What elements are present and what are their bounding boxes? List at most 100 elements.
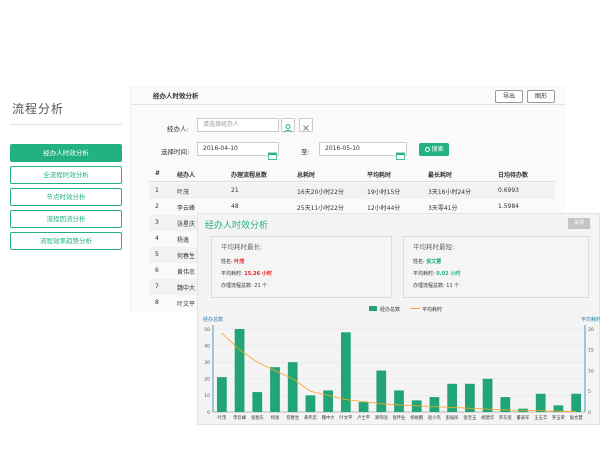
x-tick-label: 郑伟国	[375, 414, 388, 421]
sidebar-item-efficiency-trend[interactable]: 流程效率趋势分析	[10, 232, 122, 250]
x-tick-label: 赵小杰	[428, 414, 442, 421]
shortest-name: 侯文慧	[426, 259, 442, 265]
row-handler: 李云峰	[177, 205, 196, 212]
x-tick-label: 何春生	[286, 414, 300, 421]
row-max-time: 3天零41分	[428, 205, 458, 212]
y-tick-right: 10	[588, 368, 594, 374]
y-tick-left: 20	[204, 377, 210, 383]
bar	[305, 395, 316, 412]
date-from-input[interactable]: 2016-04-10	[197, 142, 279, 156]
row-index: 2	[155, 203, 159, 210]
table-row[interactable]: 1 叶茂 21 16天20小时22分 19小时15分 3天16小时24分 0.6…	[149, 183, 555, 199]
shortest-avg: 0.02 小时	[436, 271, 461, 277]
row-index: 4	[155, 235, 159, 242]
row-index: 7	[155, 283, 159, 290]
x-tick-label: 张怀业	[393, 414, 407, 421]
chart-button[interactable]: 图形	[527, 90, 555, 103]
export-button[interactable]: 导出	[495, 90, 523, 103]
row-handler: 叶文平	[177, 301, 196, 308]
x-tick-label: 张星庆	[251, 414, 265, 421]
date-to-calendar-icon[interactable]	[396, 145, 405, 164]
top-band	[0, 0, 600, 86]
search-icon	[424, 147, 430, 152]
shortest-card-title: 平均耗时最短:	[413, 243, 455, 251]
row-index: 6	[155, 267, 159, 274]
avg-label: 平均耗时:	[413, 271, 435, 277]
bar	[287, 362, 298, 412]
clear-icon[interactable]	[299, 118, 313, 132]
shortest-total: 11 个	[446, 283, 460, 289]
table-header-cell: 最长耗时	[428, 172, 453, 179]
longest-name-line: 姓名: 叶茂	[221, 258, 244, 265]
search-button[interactable]: 搜索	[419, 143, 449, 156]
bar	[216, 377, 227, 412]
handler-efficiency-chart: 经办总数 平均耗时经办总数 平均耗时0102030405005101520叶茂 李云峰…	[203, 306, 600, 421]
shortest-avg-card: 平均耗时最短: 姓名: 侯文慧 平均耗时: 0.02 小时 办理流程总数: 11…	[403, 236, 589, 298]
bar	[252, 392, 263, 412]
longest-avg-card: 平均耗时最长: 姓名: 叶茂 平均耗时: 15.26 小时 办理流程总数: 21…	[211, 236, 392, 298]
bar	[270, 367, 280, 412]
date-to-input[interactable]: 2016-05-10	[319, 142, 407, 156]
x-tick-label: 张宝玉	[463, 414, 477, 421]
bar	[482, 378, 493, 412]
y-tick-left: 10	[204, 393, 210, 399]
row-handler: 何春生	[177, 253, 196, 260]
legend-label-bars: 经办总数	[380, 306, 400, 313]
analysis-popup: 经办人时效分析 关闭 平均耗时最长: 姓名: 叶茂 平均耗时: 15.26 小时…	[197, 213, 600, 425]
y-tick-right: 15	[588, 348, 594, 354]
sidebar-item-process-cause[interactable]: 流程因流分析	[10, 210, 122, 228]
table-header-cell: 日均待办数	[498, 172, 529, 179]
row-index: 8	[155, 299, 159, 306]
handler-input[interactable]: 请选择经办人	[197, 118, 279, 132]
y-tick-left: 50	[204, 327, 210, 333]
panel-divider	[131, 104, 566, 105]
y-tick-right: 0	[588, 410, 591, 416]
y-tick-left: 0	[207, 410, 210, 416]
longest-total: 21 个	[254, 283, 268, 289]
bar	[429, 397, 440, 412]
shortest-avg-line: 平均耗时: 0.02 小时	[413, 270, 460, 277]
table-header-cell: 办理流程总数	[231, 172, 268, 179]
x-tick-label: 叶文平	[339, 414, 353, 421]
popup-title: 经办人时效分析	[205, 221, 269, 231]
bar	[394, 390, 404, 412]
x-tick-label: 魏中大	[322, 414, 336, 421]
bar	[376, 370, 387, 412]
row-daily-pending: 1.5984	[498, 203, 519, 210]
x-tick-label: 彭振民	[446, 414, 459, 421]
longest-card-title: 平均耗时最长:	[221, 243, 263, 251]
table-header: # 经办人 办理流程总数 总耗时 平均耗时 最长耗时 日均待办数	[149, 166, 555, 182]
x-tick-label: 卢士平	[357, 414, 371, 421]
sidebar-item-full-process[interactable]: 全流程时效分析	[10, 166, 122, 184]
row-avg-time: 12小时44分	[367, 205, 401, 212]
sidebar-item-handler-efficiency[interactable]: 经办人时效分析	[10, 144, 122, 162]
x-tick-label: 胡建华	[481, 414, 495, 421]
sidebar: 流程分析 经办人时效分析 全流程时效分析 节点时效分析 流程因流分析 流程效率趋…	[0, 86, 135, 306]
date-from-calendar-icon[interactable]	[268, 145, 277, 164]
sidebar-item-node-efficiency[interactable]: 节点时效分析	[10, 188, 122, 206]
shortest-total-line: 办理流程总数: 11 个	[413, 282, 459, 289]
legend-label-line: 平均耗时	[422, 306, 442, 313]
user-select-icon[interactable]	[281, 118, 295, 133]
longest-avg: 15.26 小时	[244, 271, 272, 277]
y-tick-left: 40	[204, 343, 210, 349]
y-tick-left: 30	[204, 360, 210, 366]
avg-label: 平均耗时:	[221, 271, 243, 277]
row-avg-time: 19小时15分	[367, 189, 401, 196]
panel-title: 经办人时效分析	[153, 92, 199, 100]
table-header-cell: 总耗时	[297, 172, 316, 179]
sidebar-title: 流程分析	[12, 102, 65, 116]
x-tick-label: 王玉丰	[534, 414, 548, 421]
longest-total-line: 办理流程总数: 21 个	[221, 282, 267, 289]
close-button[interactable]: 关闭	[568, 218, 590, 229]
total-label: 办理流程总数:	[413, 283, 445, 289]
y-axis-left-title: 经办总数	[203, 316, 223, 323]
bar	[234, 329, 245, 412]
bar	[571, 393, 582, 412]
row-handler: 魏中大	[177, 285, 196, 292]
legend-swatch-bars	[369, 306, 377, 311]
row-handler: 叶茂	[177, 189, 190, 196]
to-label: 至:	[301, 148, 310, 156]
table-header-cell: #	[155, 170, 161, 177]
table-header-cell: 经办人	[177, 172, 196, 179]
